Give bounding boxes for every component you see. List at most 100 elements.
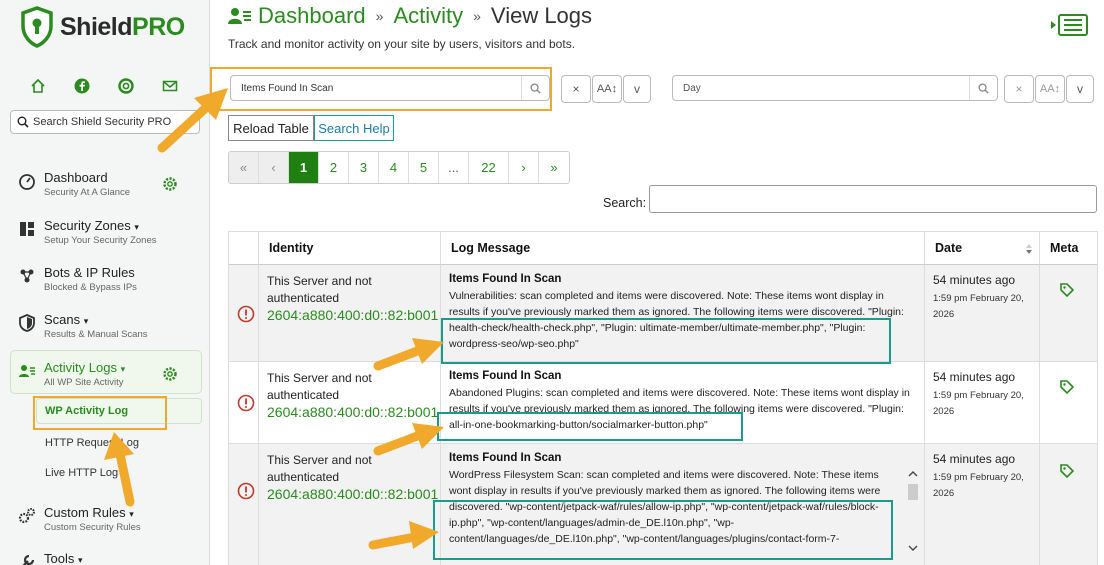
page-button-current[interactable]: 1 — [289, 152, 319, 183]
annotation-arrow — [368, 521, 439, 550]
row-icon-cell — [229, 265, 259, 361]
ip-address-link[interactable]: 2604:a880:400:d0::82:b001 — [267, 486, 438, 502]
scrollbar[interactable] — [906, 468, 920, 554]
gears-icon — [18, 508, 35, 524]
annotation-arrow — [373, 423, 444, 456]
column-header-date[interactable]: Date — [925, 232, 1040, 265]
date-cell: 54 minutes ago 1:59 pm February 20, 2026 — [925, 444, 1040, 565]
sidebar-item-tools[interactable]: Tools ▾ — [18, 551, 204, 565]
date-relative: 54 minutes ago — [933, 273, 1016, 287]
page-title: View Logs — [490, 3, 593, 28]
day-case-button[interactable]: AA↕ — [1035, 75, 1065, 103]
chevron-down-icon: v — [1077, 82, 1083, 96]
menu-toggle-icon[interactable] — [1050, 14, 1088, 36]
annotation-arrow — [104, 432, 135, 507]
page-last-button[interactable]: » — [539, 152, 569, 183]
page-button[interactable]: 3 — [349, 152, 379, 183]
breadcrumb-separator: » — [375, 8, 384, 24]
meta-cell — [1040, 362, 1097, 443]
sidebar-item-subtitle: All WP Site Activity — [44, 377, 124, 388]
clear-filter-button[interactable]: × — [561, 75, 591, 103]
date-relative: 54 minutes ago — [933, 452, 1016, 466]
support-icon[interactable] — [118, 78, 134, 94]
sidebar-item-label: Dashboard — [44, 170, 108, 185]
tag-icon[interactable] — [1060, 380, 1074, 394]
page-button[interactable]: 22 — [469, 152, 509, 183]
day-options-button[interactable]: v — [1066, 75, 1094, 103]
filter-options-button[interactable]: v — [623, 75, 651, 103]
page-subtitle: Track and monitor activity on your site … — [228, 37, 576, 51]
search-icon[interactable] — [969, 76, 997, 100]
sidebar-item-label: Scans ▾ — [44, 312, 89, 327]
breadcrumb: Dashboard » Activity » View Logs — [228, 3, 592, 29]
page-button[interactable]: 5 — [409, 152, 439, 183]
case-icon: AA↕ — [1039, 83, 1061, 95]
app-name: ShieldPRO — [60, 12, 185, 41]
page-next-button[interactable]: › — [509, 152, 539, 183]
search-icon — [17, 116, 29, 128]
meta-cell — [1040, 265, 1097, 361]
tag-icon[interactable] — [1060, 283, 1074, 297]
page-button[interactable]: 2 — [319, 152, 349, 183]
ip-address-link[interactable]: 2604:a880:400:d0::82:b001 — [267, 307, 438, 323]
case-icon: AA↕ — [596, 83, 618, 95]
sidebar-item-subtitle: Custom Security Rules — [44, 522, 141, 533]
column-header-log-message[interactable]: Log Message — [441, 232, 925, 265]
table-search-input[interactable] — [649, 185, 1097, 213]
page-prev-button[interactable]: ‹ — [259, 152, 289, 183]
log-title: Items Found In Scan — [449, 273, 562, 285]
search-help-button[interactable]: Search Help — [314, 115, 394, 141]
sidebar-item-bots-ip-rules[interactable]: Bots & IP Rules Blocked & Bypass IPs — [18, 265, 204, 297]
sidebar-item-label: Tools ▾ — [44, 551, 83, 565]
tag-icon[interactable] — [1060, 464, 1074, 478]
day-filter-input[interactable]: Day — [672, 75, 998, 101]
sidebar-item-subtitle: Security At A Glance — [44, 187, 131, 198]
annotation-highlight — [437, 412, 743, 441]
chevron-down-icon: v — [634, 82, 640, 96]
gear-icon[interactable] — [162, 176, 178, 192]
user-list-icon — [19, 365, 35, 377]
page-button[interactable]: 4 — [379, 152, 409, 183]
breadcrumb-dashboard[interactable]: Dashboard — [258, 3, 366, 29]
log-title: Items Found In Scan — [449, 370, 562, 382]
clear-day-button[interactable]: × — [1004, 75, 1034, 103]
column-header-meta[interactable]: Meta — [1040, 232, 1097, 265]
sidebar-item-security-zones[interactable]: Security Zones ▾ Setup Your Security Zon… — [18, 218, 204, 250]
date-absolute: 1:59 pm February 20, 2026 — [933, 293, 1024, 320]
case-sensitive-button[interactable]: AA↕ — [592, 75, 622, 103]
row-icon-cell — [229, 444, 259, 565]
column-header-icon — [229, 232, 259, 265]
page-ellipsis: ... — [439, 152, 469, 183]
sidebar-item-scans[interactable]: Scans ▾ Results & Manual Scans — [18, 312, 204, 344]
warning-icon — [237, 482, 255, 500]
date-absolute: 1:59 pm February 20, 2026 — [933, 472, 1024, 499]
network-icon — [20, 269, 34, 283]
user-list-icon — [228, 8, 251, 24]
breadcrumb-activity[interactable]: Activity — [393, 3, 463, 29]
shieldpro-logo[interactable]: ShieldPRO — [20, 6, 185, 48]
gear-icon[interactable] — [162, 366, 178, 382]
annotation-highlight — [433, 500, 893, 560]
sidebar-item-label: Security Zones ▾ — [44, 218, 139, 233]
sidebar-item-activity-logs[interactable]: Activity Logs ▾ All WP Site Activity — [18, 360, 204, 392]
table-search-label: Search: — [603, 196, 647, 210]
shield-logo-icon — [21, 6, 53, 48]
pagination: « ‹ 1 2 3 4 5 ... 22 › » — [228, 151, 570, 184]
meta-cell — [1040, 444, 1097, 565]
column-header-identity[interactable]: Identity — [259, 232, 441, 265]
gauge-icon — [19, 174, 35, 190]
home-icon[interactable] — [30, 78, 46, 94]
day-filter-placeholder: Day — [683, 82, 701, 94]
sidebar-item-label: Bots & IP Rules — [44, 265, 135, 280]
annotation-box — [33, 396, 167, 430]
sidebar-item-subtitle: Setup Your Security Zones — [44, 235, 157, 246]
log-title: Items Found In Scan — [449, 452, 562, 464]
reload-table-button[interactable]: Reload Table — [228, 115, 314, 141]
breadcrumb-separator: » — [473, 8, 481, 24]
date-absolute: 1:59 pm February 20, 2026 — [933, 390, 1024, 417]
facebook-icon[interactable] — [74, 78, 90, 94]
sidebar-item-subtitle: Blocked & Bypass IPs — [44, 282, 137, 293]
warning-icon — [237, 394, 255, 412]
sort-icon — [1026, 244, 1032, 254]
sidebar-item-dashboard[interactable]: Dashboard Security At A Glance — [18, 170, 204, 202]
